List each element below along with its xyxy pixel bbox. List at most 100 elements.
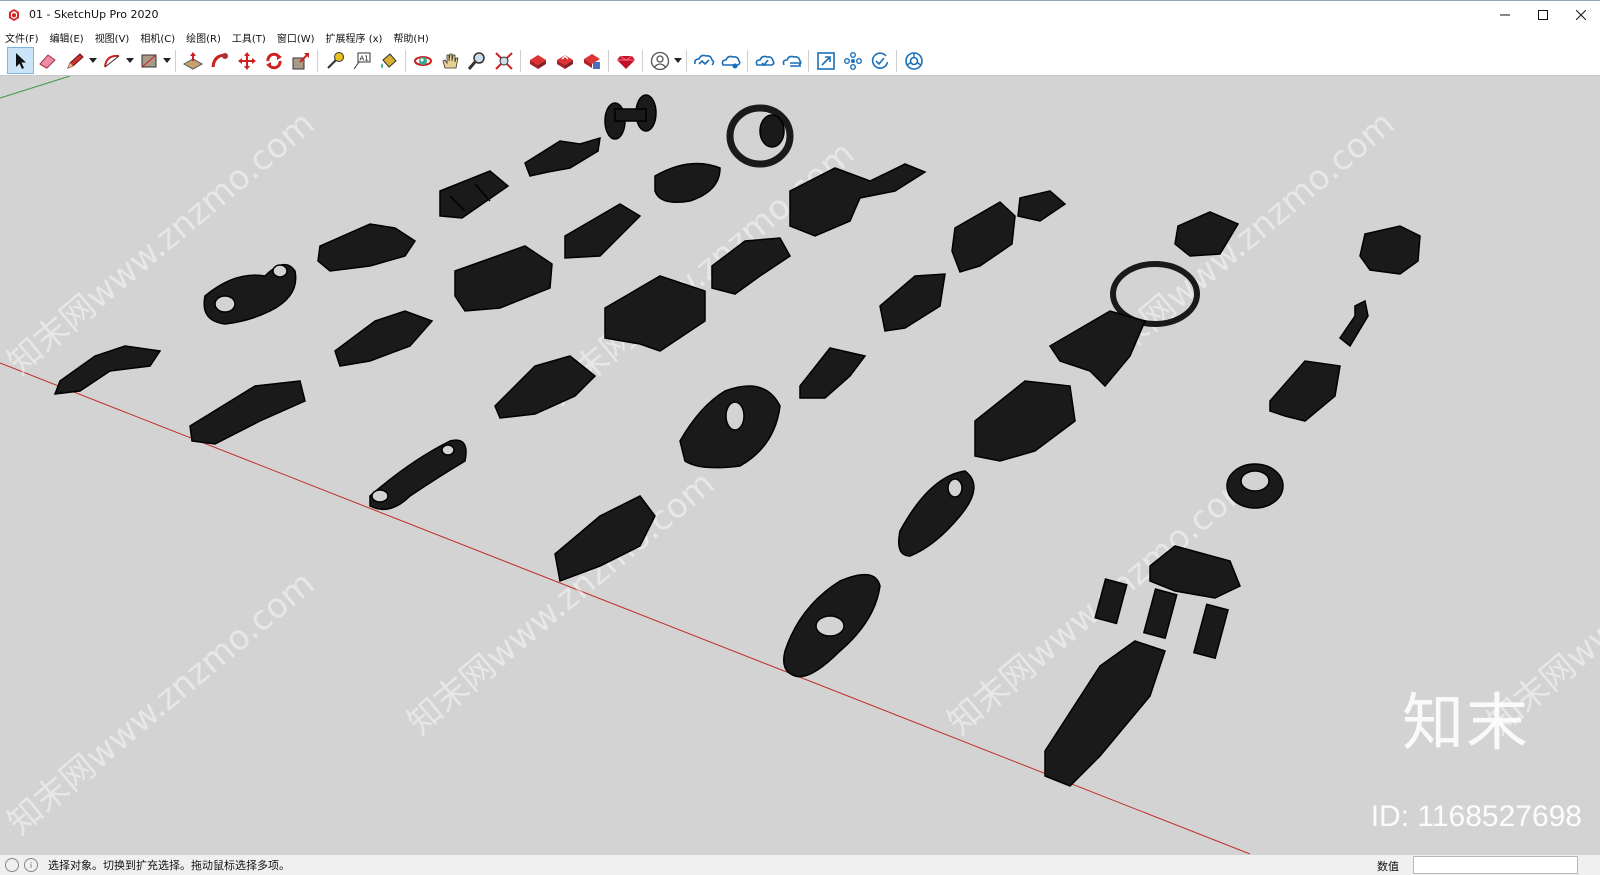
model-part[interactable]	[1359, 225, 1421, 275]
web-icon	[904, 51, 923, 70]
model-part[interactable]	[604, 275, 706, 352]
arc-dropdown[interactable]	[125, 47, 135, 74]
push-pull-icon	[182, 51, 203, 70]
paint-bucket-tool-button[interactable]	[375, 47, 402, 74]
geo-location-icon[interactable]	[5, 858, 19, 872]
model-part[interactable]	[654, 162, 721, 203]
title-bar: 01 - SketchUp Pro 2020	[0, 0, 1600, 28]
layout-button[interactable]	[812, 47, 839, 74]
toolbar-separator	[896, 49, 897, 72]
move-icon	[237, 51, 256, 70]
model-part[interactable]	[334, 310, 434, 367]
text-tool-button[interactable]: A1	[348, 47, 375, 74]
rectangle-dropdown[interactable]	[162, 47, 172, 74]
cloud-sync-button[interactable]	[751, 47, 778, 74]
web-button[interactable]	[900, 47, 927, 74]
model-part[interactable]	[439, 170, 510, 219]
cloud-list-button[interactable]	[778, 47, 805, 74]
model-part[interactable]	[1269, 360, 1341, 422]
close-button[interactable]	[1562, 1, 1600, 29]
model-part[interactable]	[454, 245, 553, 312]
tape-measure-tool-button[interactable]	[321, 47, 348, 74]
pan-icon	[442, 53, 458, 68]
eraser-icon	[38, 53, 56, 69]
scale-tool-button[interactable]	[287, 47, 314, 74]
move-tool-button[interactable]	[233, 47, 260, 74]
model-part[interactable]	[203, 263, 297, 325]
cloud-sync-icon	[755, 55, 775, 66]
pan-tool-button[interactable]	[436, 47, 463, 74]
rotate-tool-button[interactable]	[260, 47, 287, 74]
watermark-text: 知末网www.znzmo.com	[400, 463, 722, 742]
model-part[interactable]	[1226, 463, 1284, 509]
model-part[interactable]	[679, 385, 781, 469]
account-button[interactable]	[646, 47, 673, 74]
select-tool-button[interactable]	[7, 47, 34, 74]
status-bar: i 选择对象。切换到扩充选择。拖动鼠标选择多项。 数值	[0, 854, 1600, 875]
tape-measure-icon	[326, 51, 344, 69]
model-part[interactable]	[524, 136, 601, 177]
menu-bar: 文件(F) 编辑(E) 视图(V) 相机(C) 绘图(R) 工具(T) 窗口(W…	[0, 28, 1600, 46]
menu-tools[interactable]: 工具(T)	[232, 30, 266, 45]
model-part[interactable]	[369, 439, 467, 511]
model-part[interactable]	[494, 355, 597, 419]
toolbar-separator	[686, 49, 687, 72]
styles-button[interactable]	[839, 47, 866, 74]
model-part[interactable]	[898, 470, 975, 557]
model-part[interactable]	[53, 345, 162, 395]
orbit-tool-button[interactable]	[409, 47, 436, 74]
zoom-tool-button[interactable]	[463, 47, 490, 74]
model-part[interactable]	[783, 573, 881, 678]
scale-icon	[292, 52, 309, 69]
toolbar-separator	[520, 49, 521, 72]
model-part[interactable]	[604, 94, 657, 140]
model-part[interactable]	[974, 380, 1076, 462]
follow-me-tool-button[interactable]	[206, 47, 233, 74]
toolbar-separator	[175, 49, 176, 72]
toolbar-separator	[405, 49, 406, 72]
trimble-connect-button[interactable]	[690, 47, 717, 74]
model-part[interactable]	[1044, 640, 1166, 787]
sketchup-logo-icon	[9, 8, 19, 21]
rectangle-tool-button[interactable]	[135, 47, 162, 74]
warehouse-button[interactable]	[524, 47, 551, 74]
rectangle-icon	[141, 54, 156, 67]
model-part[interactable]	[799, 347, 867, 399]
menu-file[interactable]: 文件(F)	[5, 30, 39, 45]
info-icon[interactable]: i	[24, 858, 38, 872]
arc-tool-button[interactable]	[98, 47, 125, 74]
model-part[interactable]	[726, 104, 794, 168]
model-part[interactable]	[1017, 190, 1067, 222]
cloud-share-button[interactable]	[717, 47, 744, 74]
menu-edit[interactable]: 编辑(E)	[50, 30, 84, 45]
maximize-button[interactable]	[1524, 1, 1562, 29]
extension-warehouse-button[interactable]	[578, 47, 605, 74]
model-part[interactable]	[951, 201, 1016, 273]
minimize-button[interactable]	[1486, 1, 1524, 29]
model-part[interactable]	[879, 273, 946, 332]
menu-camera[interactable]: 相机(C)	[140, 30, 175, 45]
menu-window[interactable]: 窗口(W)	[277, 30, 315, 45]
pencil-dropdown[interactable]	[88, 47, 98, 74]
zoom-extents-tool-button[interactable]	[490, 47, 517, 74]
pencil-tool-button[interactable]	[61, 47, 88, 74]
model-canvas: 知末网www.znzmo.com 知末网www.znzmo.com 知末网www…	[0, 76, 1600, 854]
menu-draw[interactable]: 绘图(R)	[186, 30, 221, 45]
layout-icon	[816, 51, 835, 70]
chevron-down-icon	[163, 58, 171, 63]
check-button[interactable]	[866, 47, 893, 74]
model-part[interactable]	[317, 223, 417, 272]
measurements-input[interactable]	[1413, 856, 1578, 874]
push-pull-tool-button[interactable]	[179, 47, 206, 74]
model-part[interactable]	[189, 380, 306, 445]
menu-view[interactable]: 视图(V)	[95, 30, 130, 45]
menu-help[interactable]: 帮助(H)	[393, 30, 428, 45]
eraser-tool-button[interactable]	[34, 47, 61, 74]
ruby-console-button[interactable]	[612, 47, 639, 74]
model-part[interactable]	[564, 203, 642, 259]
menu-extensions[interactable]: 扩展程序 (x)	[326, 30, 383, 45]
share-model-button[interactable]	[551, 47, 578, 74]
model-viewport[interactable]: 知末网www.znzmo.com 知末网www.znzmo.com 知末网www…	[0, 76, 1600, 854]
account-dropdown[interactable]	[673, 47, 683, 74]
model-part[interactable]	[1338, 299, 1369, 348]
